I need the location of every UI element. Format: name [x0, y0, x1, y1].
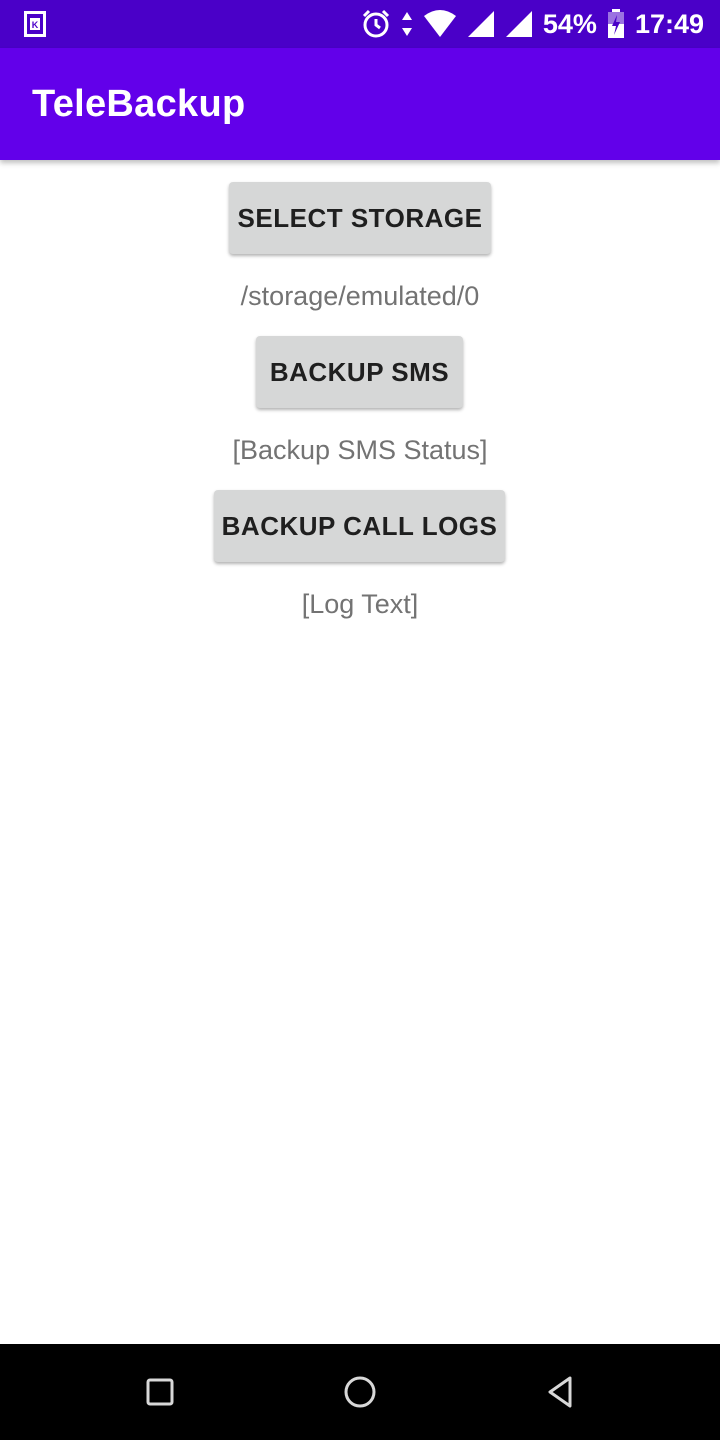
recents-square-icon[interactable]	[140, 1372, 180, 1412]
signal-icon	[467, 11, 494, 37]
k-notification-icon: K	[24, 11, 46, 37]
backup-sms-button[interactable]: BACKUP SMS	[256, 336, 463, 408]
status-time: 17:49	[634, 8, 704, 39]
backup-sms-status-text: [Backup SMS Status]	[232, 435, 488, 465]
status-icons: 54% 17:49	[361, 0, 704, 48]
alarm-icon	[362, 9, 389, 38]
data-arrows-icon	[401, 12, 412, 36]
battery-charging-icon	[607, 9, 624, 38]
storage-path-text: /storage/emulated/0	[240, 281, 480, 311]
log-text: [Log Text]	[301, 589, 419, 619]
wifi-icon	[423, 10, 456, 37]
back-triangle-icon[interactable]	[540, 1372, 580, 1412]
home-circle-icon[interactable]	[340, 1372, 380, 1412]
battery-percent: 54%	[542, 8, 597, 39]
signal-icon	[505, 11, 532, 37]
select-storage-button[interactable]: SELECT STORAGE	[229, 182, 491, 254]
backup-call-logs-button[interactable]: BACKUP CALL LOGS	[214, 490, 505, 562]
app-bar: TeleBackup	[0, 48, 720, 160]
svg-text:K: K	[32, 20, 39, 30]
app-title: TeleBackup	[32, 83, 246, 125]
status-bar: K 54% 17:49	[0, 0, 720, 48]
navigation-bar	[0, 1344, 720, 1440]
